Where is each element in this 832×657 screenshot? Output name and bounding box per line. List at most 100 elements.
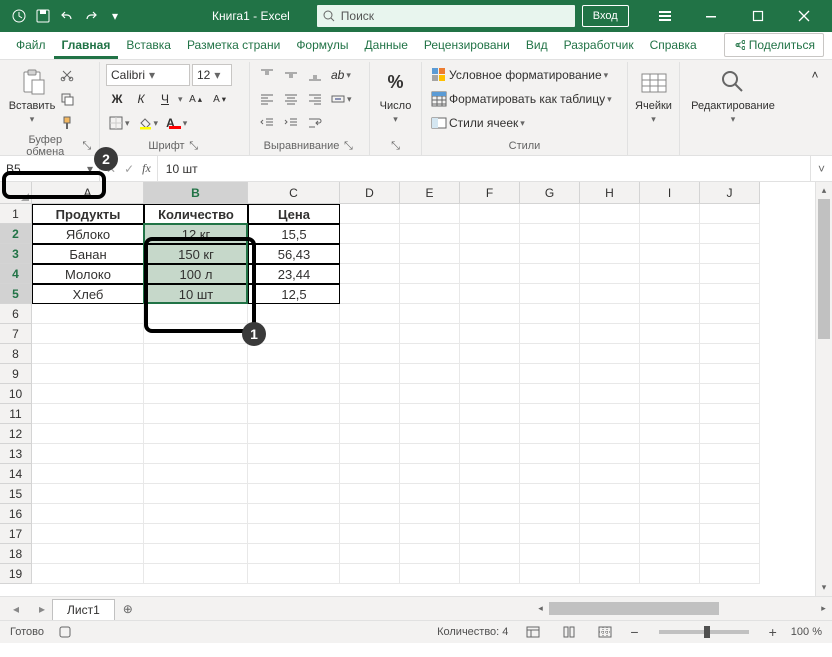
accept-formula-icon[interactable]: ✓ — [124, 162, 134, 176]
tab-review[interactable]: Рецензировани — [416, 31, 518, 59]
cell[interactable] — [580, 344, 640, 364]
column-header-D[interactable]: D — [340, 182, 400, 204]
sheet-nav-next-icon[interactable]: ▸ — [32, 597, 52, 620]
font-name-combo[interactable]: Calibri▾ — [106, 64, 190, 86]
cell[interactable] — [640, 204, 700, 224]
row-header-7[interactable]: 7 — [0, 324, 32, 344]
insert-function-icon[interactable]: fx — [142, 161, 151, 176]
cell[interactable] — [700, 304, 760, 324]
cell[interactable] — [32, 564, 144, 584]
cell[interactable] — [520, 324, 580, 344]
cell[interactable] — [32, 504, 144, 524]
cell[interactable] — [400, 364, 460, 384]
cell[interactable] — [400, 204, 460, 224]
cell[interactable] — [460, 444, 520, 464]
cell[interactable] — [520, 224, 580, 244]
cell[interactable] — [640, 564, 700, 584]
cell[interactable] — [340, 544, 400, 564]
cell[interactable] — [580, 564, 640, 584]
login-button[interactable]: Вход — [582, 5, 629, 27]
cell[interactable] — [460, 324, 520, 344]
cell[interactable] — [248, 544, 340, 564]
cell-styles-button[interactable]: Стили ячеек▾ — [428, 112, 621, 134]
row-header-10[interactable]: 10 — [0, 384, 32, 404]
cell[interactable] — [340, 424, 400, 444]
cell[interactable] — [340, 404, 400, 424]
cell[interactable] — [248, 404, 340, 424]
cell[interactable] — [580, 404, 640, 424]
font-color-button[interactable]: A▾ — [163, 112, 190, 134]
cell[interactable] — [700, 204, 760, 224]
cell[interactable] — [248, 344, 340, 364]
column-header-B[interactable]: B — [144, 182, 248, 204]
align-left-button[interactable] — [256, 88, 278, 110]
cell[interactable] — [340, 344, 400, 364]
cell[interactable] — [248, 444, 340, 464]
cell[interactable] — [520, 364, 580, 384]
cell[interactable] — [580, 464, 640, 484]
cell[interactable] — [340, 284, 400, 304]
cell[interactable] — [580, 484, 640, 504]
cell[interactable] — [700, 264, 760, 284]
cell[interactable] — [580, 424, 640, 444]
cell[interactable] — [144, 424, 248, 444]
cell[interactable]: Продукты — [32, 204, 144, 224]
cell[interactable] — [32, 344, 144, 364]
cell[interactable] — [400, 404, 460, 424]
scroll-left-icon[interactable]: ◂ — [532, 600, 549, 617]
format-painter-button[interactable] — [56, 112, 78, 134]
cell[interactable]: 23,44 — [248, 264, 340, 284]
cell[interactable] — [460, 224, 520, 244]
cell[interactable] — [340, 564, 400, 584]
cell[interactable] — [144, 524, 248, 544]
cell[interactable] — [640, 464, 700, 484]
row-header-19[interactable]: 19 — [0, 564, 32, 584]
view-normal-icon[interactable] — [522, 623, 544, 641]
cell[interactable] — [640, 484, 700, 504]
outdent-button[interactable] — [256, 112, 278, 134]
cell[interactable]: 56,43 — [248, 244, 340, 264]
cell[interactable] — [32, 404, 144, 424]
bold-button[interactable]: Ж — [106, 88, 128, 110]
cell[interactable] — [340, 264, 400, 284]
cell[interactable]: 100 л — [144, 264, 248, 284]
row-header-5[interactable]: 5 — [0, 284, 32, 304]
cell[interactable] — [32, 304, 144, 324]
cell[interactable] — [340, 464, 400, 484]
tab-insert[interactable]: Вставка — [118, 31, 179, 59]
cell[interactable]: 10 шт — [144, 284, 248, 304]
cell[interactable] — [640, 344, 700, 364]
paste-button[interactable]: Вставить ▾ — [12, 64, 52, 137]
cell[interactable] — [460, 304, 520, 324]
cell[interactable] — [248, 564, 340, 584]
column-header-C[interactable]: C — [248, 182, 340, 204]
cell[interactable] — [340, 524, 400, 544]
row-header-15[interactable]: 15 — [0, 484, 32, 504]
format-as-table-button[interactable]: Форматировать как таблицу▾ — [428, 88, 621, 110]
cell[interactable] — [460, 384, 520, 404]
close-button[interactable] — [784, 0, 824, 32]
cell[interactable] — [144, 384, 248, 404]
row-header-12[interactable]: 12 — [0, 424, 32, 444]
row-header-6[interactable]: 6 — [0, 304, 32, 324]
cell[interactable] — [340, 444, 400, 464]
cell[interactable] — [460, 244, 520, 264]
save-icon[interactable] — [32, 5, 54, 27]
cell[interactable] — [340, 244, 400, 264]
row-header-17[interactable]: 17 — [0, 524, 32, 544]
cell[interactable] — [580, 244, 640, 264]
cell[interactable] — [460, 524, 520, 544]
cell[interactable] — [640, 384, 700, 404]
row-header-2[interactable]: 2 — [0, 224, 32, 244]
cell[interactable]: Молоко — [32, 264, 144, 284]
cell[interactable] — [700, 284, 760, 304]
number-format-button[interactable]: % Число ▾ — [376, 64, 415, 137]
cell[interactable] — [460, 404, 520, 424]
cell[interactable] — [400, 384, 460, 404]
cell[interactable] — [340, 364, 400, 384]
cell[interactable] — [144, 484, 248, 504]
row-header-4[interactable]: 4 — [0, 264, 32, 284]
clipboard-launcher-icon[interactable]: ⤡ — [81, 139, 93, 153]
font-grow-button[interactable]: A▴ — [185, 88, 207, 110]
column-header-A[interactable]: A — [32, 182, 144, 204]
